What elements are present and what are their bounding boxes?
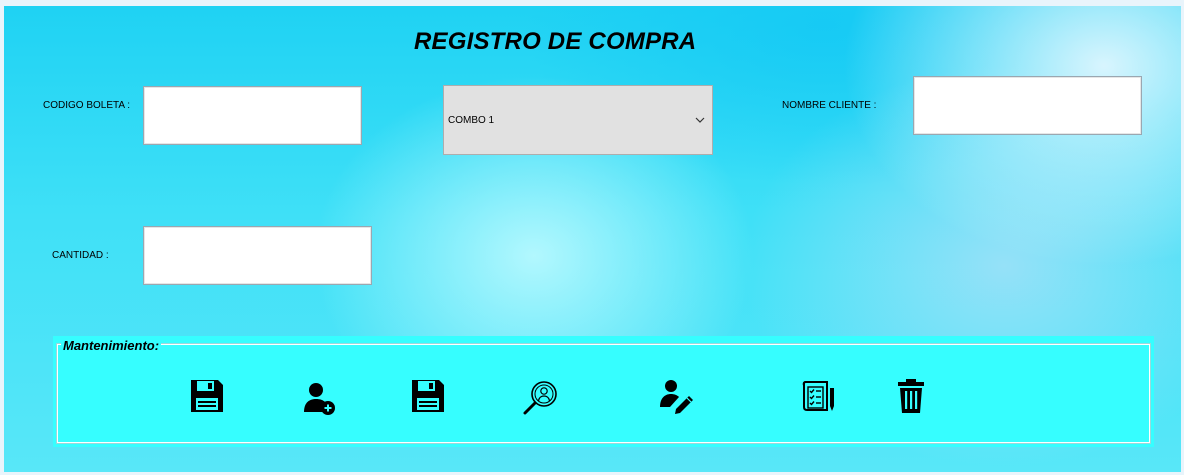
edit-user-icon: [660, 380, 693, 414]
combo-select[interactable]: COMBO 1: [443, 85, 713, 155]
save-icon: [412, 380, 444, 412]
save-icon: [191, 380, 223, 412]
add-user-button[interactable]: [299, 378, 339, 418]
cantidad-label: CANTIDAD :: [52, 250, 109, 261]
save-button[interactable]: [187, 376, 227, 416]
mantenimiento-legend: Mantenimiento:: [61, 338, 162, 353]
search-person-icon: [523, 381, 557, 415]
delete-button[interactable]: [891, 376, 931, 416]
form-title: REGISTRO DE COMPRA: [414, 28, 697, 55]
nombre-cliente-label: NOMBRE CLIENTE :: [782, 100, 877, 111]
trash-icon: [898, 379, 924, 413]
edit-user-button[interactable]: [656, 376, 696, 416]
mantenimiento-group: Mantenimiento:: [53, 336, 1154, 447]
cantidad-input[interactable]: [143, 226, 372, 285]
combo-selected-value: COMBO 1: [448, 115, 495, 126]
save-button-2[interactable]: [408, 376, 448, 416]
report-icon: [802, 381, 834, 411]
nombre-cliente-input[interactable]: [913, 76, 1142, 135]
codigo-boleta-label: CODIGO BOLETA :: [43, 100, 131, 111]
codigo-boleta-input[interactable]: [143, 86, 362, 145]
registro-compra-form: REGISTRO DE COMPRA CODIGO BOLETA : COMBO…: [4, 6, 1181, 472]
report-button[interactable]: [799, 376, 839, 416]
add-user-icon: [304, 383, 335, 415]
search-button[interactable]: [521, 378, 561, 418]
chevron-down-icon: [695, 117, 705, 123]
